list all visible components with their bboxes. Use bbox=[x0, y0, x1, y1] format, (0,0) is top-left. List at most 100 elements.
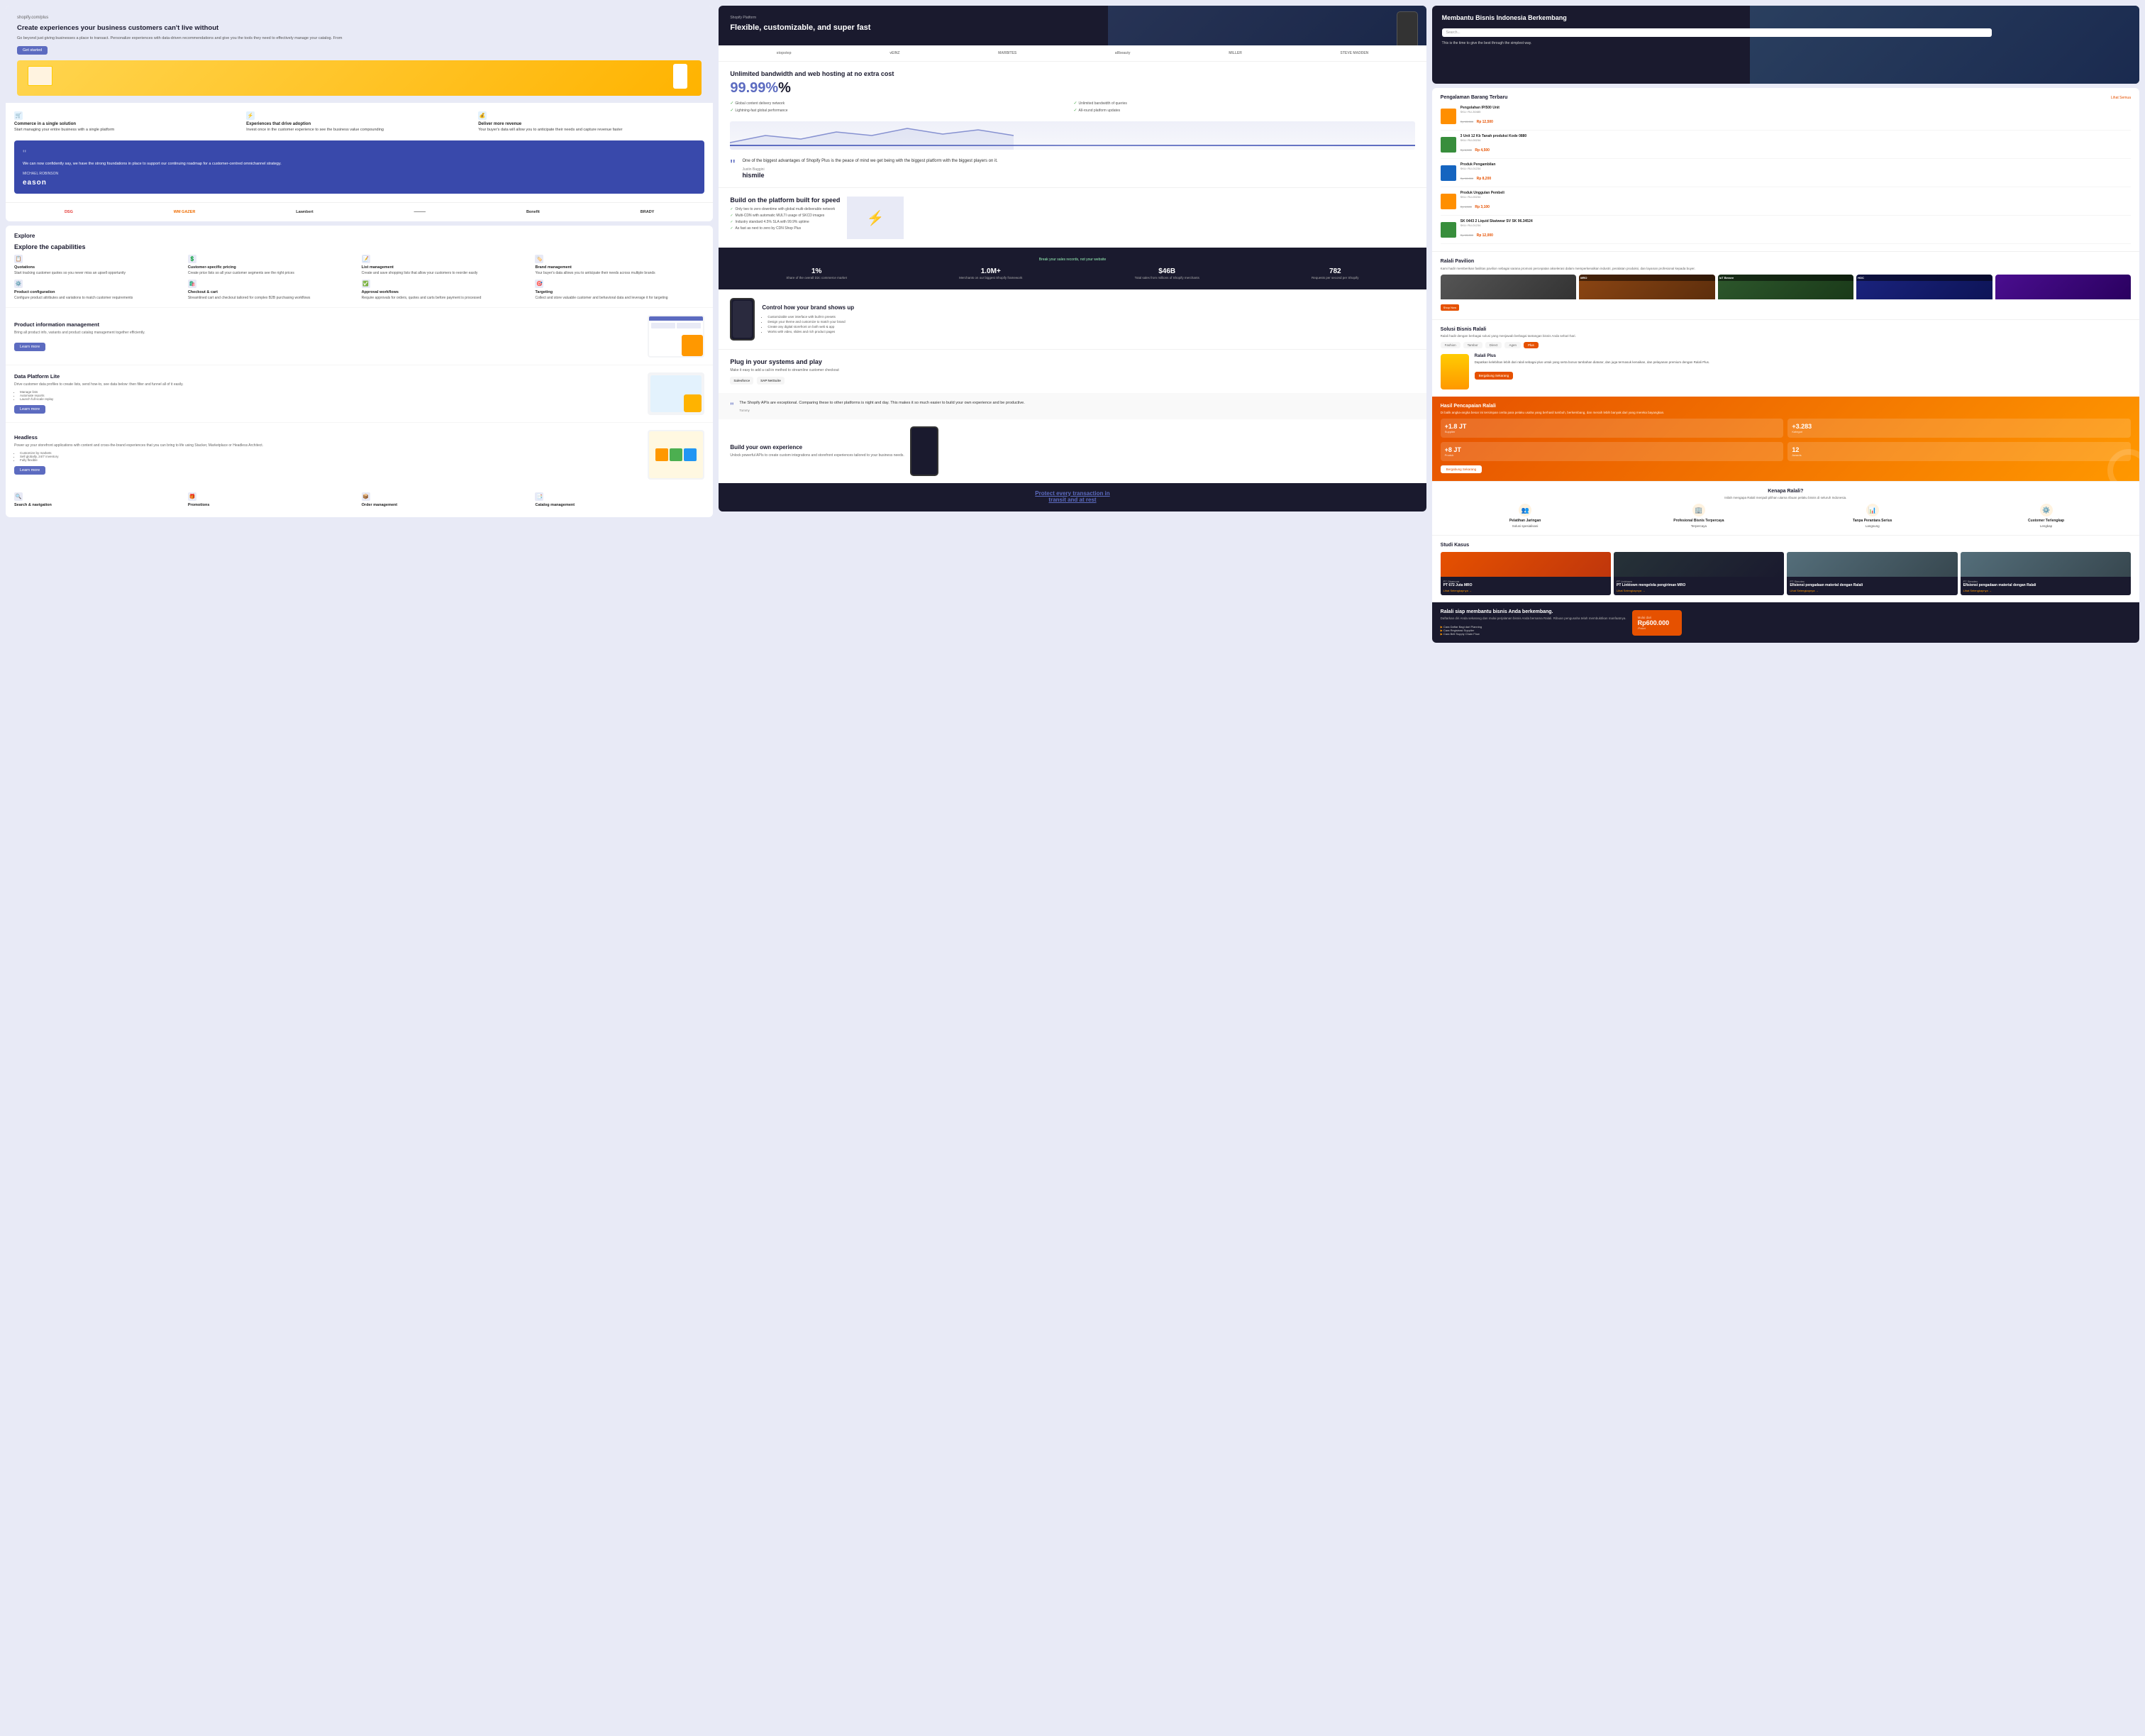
h-card3 bbox=[684, 448, 697, 461]
data-platform-title: Data Platform Lite bbox=[14, 373, 641, 380]
pim-learn-button[interactable]: Learn more bbox=[14, 343, 45, 351]
sc-img-2 bbox=[1787, 552, 1957, 577]
orders-icon: 📦 bbox=[362, 492, 370, 501]
cap-approval-title: Approval workflows bbox=[362, 290, 531, 294]
feature-commerce-title: Commerce in a single solution bbox=[14, 122, 240, 126]
graph-svg bbox=[730, 121, 1414, 150]
brand-lawnbert: Lawnbert bbox=[296, 210, 313, 214]
uptime-number: 99.99% bbox=[730, 80, 778, 96]
plug-title: Plug in your systems and play bbox=[730, 358, 1414, 365]
plug-section: Plug in your systems and play Make it ea… bbox=[719, 349, 1426, 393]
cap-config-desc: Configure product attributes and variati… bbox=[14, 296, 184, 300]
approval-icon: ✅ bbox=[362, 280, 370, 288]
product-item-3: Produk Unggulan Pembeli SKU: RU-00234 Rp… bbox=[1441, 191, 2131, 216]
data-platform-text: Data Platform Lite Drive customer data p… bbox=[14, 373, 641, 414]
db-block1 bbox=[651, 323, 675, 328]
mid-testimonial-content: One of the biggest advantages of Shopify… bbox=[742, 158, 997, 179]
feature-commerce: 🛒 Commerce in a single solution Start ma… bbox=[14, 111, 240, 132]
targeting-icon: 🎯 bbox=[535, 280, 543, 288]
build-img-inner: ⚡ bbox=[847, 197, 904, 239]
sc-link-0[interactable]: Lihat Selengkapnya → bbox=[1443, 589, 1608, 592]
pim-section: Product information management Bring all… bbox=[6, 307, 713, 365]
left-cta-button[interactable]: Get started bbox=[17, 46, 48, 55]
kenapa-3: 📊 Tanpa Perantara Serius Langsung bbox=[1788, 504, 1957, 528]
product-section: Pengalaman Barang Terbaru Lihat Semua Pe… bbox=[1432, 88, 2139, 251]
tab-direct[interactable]: Direct bbox=[1485, 342, 1502, 348]
headless-features: Customize by markets Sell globally, 24/7… bbox=[14, 451, 641, 462]
stat1-desc: Share of the overall D2c commerce market bbox=[786, 276, 847, 280]
features-grid: 🛒 Commerce in a single solution Start ma… bbox=[6, 103, 713, 140]
partner-steve: STEVE MADDEN bbox=[1341, 51, 1369, 55]
sc-link-3[interactable]: Lihat Selengkapnya → bbox=[1963, 589, 2128, 592]
pricing-price: Rp600.000 bbox=[1638, 619, 1676, 626]
brand-bonefit: Bonefit bbox=[526, 210, 540, 214]
testimonial-text: We can now confidently say, we have the … bbox=[23, 162, 696, 167]
sc-link-1[interactable]: Lihat Selengkapnya → bbox=[1617, 589, 1781, 592]
feature-adoption: ⚡ Experiences that drive adoption Invest… bbox=[246, 111, 472, 132]
sc-title-1: PT Linktown mengelola pengiriman MRO bbox=[1617, 583, 1781, 587]
sc-img-1 bbox=[1614, 552, 1784, 577]
tab-agen[interactable]: Agen bbox=[1504, 342, 1521, 348]
ralali-siap-desc: Daftarkan diri Anda sekarang dan mulai p… bbox=[1441, 617, 1626, 621]
protect-link[interactable]: transit and at rest bbox=[1048, 497, 1096, 503]
mid-hero-phone bbox=[1397, 11, 1418, 45]
mid-hero-image bbox=[1108, 6, 1426, 45]
studi-title: Studi Kasus bbox=[1441, 543, 2131, 548]
solusi-section: Solusi Bisnis Ralali Ralali hadir dengan… bbox=[1432, 319, 2139, 397]
headless-learn-button[interactable]: Learn more bbox=[14, 466, 45, 475]
sc-title-2: Efisiensi pengadaan material dengan Rala… bbox=[1790, 583, 1954, 587]
pav-btn-1[interactable]: Shop Now bbox=[1441, 304, 1459, 311]
see-all-products[interactable]: Lihat Semua bbox=[2111, 96, 2131, 100]
headless-img-container bbox=[649, 431, 703, 478]
right-search-bar[interactable]: Search... bbox=[1442, 28, 1992, 37]
cap-pricing-title: Customer-specific pricing bbox=[188, 265, 358, 270]
hasil-wrapper: Hasil Pencapaian Ralali Di balik angka-a… bbox=[1432, 397, 2139, 481]
mid-hero-bg bbox=[1108, 6, 1426, 45]
pav-img-mro: MRO bbox=[1579, 275, 1714, 299]
data-platform-img-accent bbox=[684, 394, 702, 412]
protect-section: Protect every transaction in transit and… bbox=[719, 483, 1426, 512]
build-checkmarks: Only two to zero downtime with global mu… bbox=[730, 207, 840, 231]
nav-orders: 📦 Order management bbox=[362, 492, 531, 509]
tab-tambor[interactable]: Tambor bbox=[1463, 342, 1482, 348]
solusi-title: Solusi Bisnis Ralali bbox=[1441, 327, 2131, 332]
product-price-2: Rp 8,200 bbox=[1477, 177, 1492, 181]
sc-title-3: Efisiensi pengadaan material dengan Rala… bbox=[1963, 583, 2128, 587]
siap-link-3[interactable]: Cara Beli Supply Chain Flow bbox=[1441, 632, 1626, 636]
product-config-icon: ⚙️ bbox=[14, 280, 23, 288]
brand-logos: DSG WM GAZER Lawnbert ——— Bonefit BRADY bbox=[6, 202, 713, 221]
tab-plus[interactable]: Plus bbox=[1524, 342, 1539, 348]
plug-desc: Make it easy to add a call-in method to … bbox=[730, 368, 1414, 372]
feature-revenue-desc: Your buyer's data will allow you to anti… bbox=[478, 128, 704, 132]
kenapa-title-3: Tanpa Perantara Serius bbox=[1788, 519, 1957, 523]
kenapa-4: ⚙️ Customer Terlengkap Lengkap bbox=[1961, 504, 2131, 528]
left-hero-title: Create experiences your business custome… bbox=[17, 24, 702, 33]
tab-fashion[interactable]: Fashion bbox=[1441, 342, 1461, 348]
stat3-desc: Total sales from millions of Shopify mer… bbox=[1135, 276, 1199, 280]
h-card2 bbox=[670, 448, 682, 461]
dark-label: Break your sales records, not your websi… bbox=[730, 258, 1414, 262]
pricing-icon: 💲 bbox=[188, 255, 196, 263]
sc-link-2[interactable]: Lihat Selengkapnya → bbox=[1790, 589, 1954, 592]
right-column: Membantu Bisnis Indonesia Berkembang Sea… bbox=[1432, 6, 2139, 1730]
pim-text: Product information management Bring all… bbox=[14, 321, 641, 351]
sc-content-3: PT Simotec Efisiensi pengadaan material … bbox=[1961, 577, 2131, 595]
hasil-stats: +1.8 JT Supplier +3.283 Kategori +8 JT P… bbox=[1441, 419, 2131, 461]
bergabung-button[interactable]: Bergabung Sekarang bbox=[1441, 465, 1482, 473]
product-info-3: Produk Unggulan Pembeli SKU: RU-00234 Rp… bbox=[1461, 191, 2131, 211]
hasil-title: Hasil Pencapaian Ralali bbox=[1441, 404, 2131, 409]
left-hero-image bbox=[17, 60, 702, 96]
stat4-number: 782 bbox=[1312, 267, 1359, 275]
build-speed-icon: ⚡ bbox=[867, 209, 885, 227]
feature-adoption-title: Experiences that drive adoption bbox=[246, 122, 472, 126]
partner-miller: MILLER bbox=[1229, 51, 1242, 55]
cap-quotations-title: Quotations bbox=[14, 265, 184, 270]
ralali-plus-cta-button[interactable]: Bergabung Sekarang bbox=[1475, 372, 1514, 380]
ralali-plus-title: Ralali Plus bbox=[1475, 354, 1709, 358]
kenapa-title-1: Pelatihan Jaringan bbox=[1441, 519, 1610, 523]
brand-icon: 🏷️ bbox=[535, 255, 543, 263]
build-check3: Industry standard 4.5% SLA with 99.9% up… bbox=[730, 220, 840, 224]
studi-card-3: PT Simotec Efisiensi pengadaan material … bbox=[1961, 552, 2131, 595]
data-platform-features: Manage lists Automate reports Launch ful… bbox=[14, 390, 641, 401]
data-platform-learn-button[interactable]: Learn more bbox=[14, 405, 45, 414]
